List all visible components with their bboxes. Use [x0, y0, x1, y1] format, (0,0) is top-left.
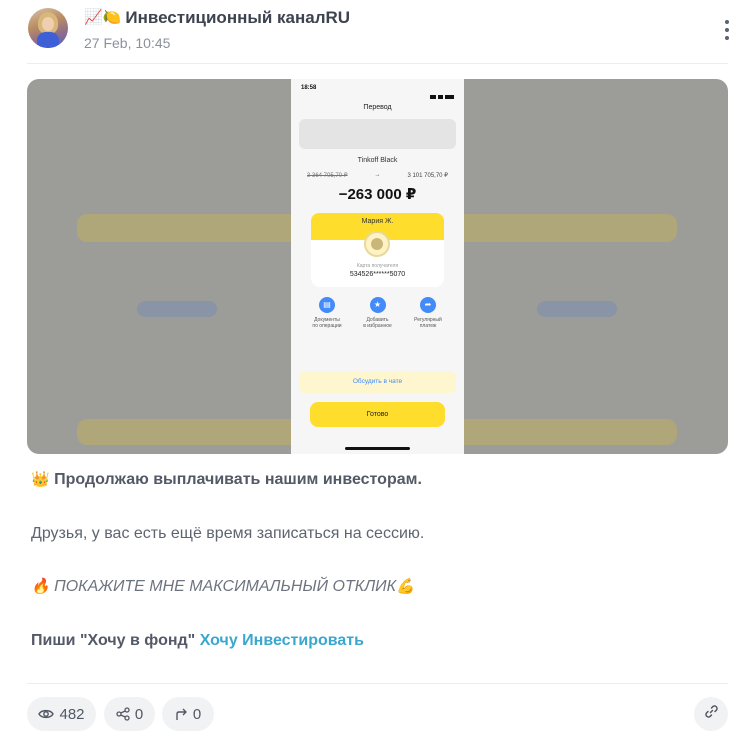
- shares-count: 0: [134, 705, 144, 723]
- crown-icon: 👑: [31, 471, 50, 488]
- post-line-3-text: ПОКАЖИТЕ МНЕ МАКСИМАЛЬНЫЙ ОТКЛИК: [54, 578, 397, 595]
- recipient-name: Мария Ж.: [361, 218, 394, 225]
- balance-after: 3 101 705,70 ₽: [407, 173, 448, 179]
- transfer-title: Перевод: [363, 104, 392, 111]
- views-counter[interactable]: 482: [27, 697, 96, 731]
- action-favorite: ★ Добавить в избранное: [358, 297, 398, 329]
- action-label: в избранное: [363, 323, 392, 329]
- post-image[interactable]: 18:58 Перевод Tinkoff Black 3 364 705,70…: [27, 79, 728, 454]
- payment-actions: ▤ Документы по операции ★ Добавить в изб…: [307, 297, 448, 329]
- fire-icon: 🔥: [31, 578, 50, 595]
- transfer-amount: −263 000 ₽: [338, 186, 417, 203]
- card-label: Карта получателя: [356, 263, 399, 269]
- action-regular: ➦ Регулярный платеж: [408, 297, 448, 329]
- channel-name[interactable]: Инвестиционный каналRU: [125, 8, 350, 28]
- payment-screenshot: 18:58 Перевод Tinkoff Black 3 364 705,70…: [291, 79, 464, 454]
- views-count: 482: [59, 705, 85, 723]
- card-name: Tinkoff Black: [357, 157, 398, 164]
- post-line-3: 🔥 ПОКАЖИТЕ МНЕ МАКСИМАЛЬНЫЙ ОТКЛИК💪: [31, 576, 415, 598]
- post-line-2: Друзья, у вас есть ещё время записаться …: [31, 525, 425, 542]
- action-label: платеж: [419, 323, 437, 329]
- discuss-chat-button: Обсудить в чате: [299, 371, 456, 393]
- post-date: 27 Feb, 10:45: [84, 35, 171, 51]
- more-options-icon[interactable]: [724, 20, 730, 40]
- post-line-1-text: Продолжаю выплачивать нашим инвесторам.: [54, 471, 422, 488]
- eye-icon: [38, 708, 55, 720]
- blurred-amount-box: [299, 119, 456, 149]
- share-icon: [116, 707, 130, 721]
- forward-icon: [175, 708, 188, 721]
- done-button: Готово: [310, 402, 445, 427]
- link-icon: [704, 704, 719, 724]
- channel-title-row[interactable]: 📈🍋 Инвестиционный каналRU: [84, 8, 350, 28]
- post-header: 📈🍋 Инвестиционный каналRU 27 Feb, 10:45: [28, 8, 740, 52]
- forward-button[interactable]: 0: [162, 697, 214, 731]
- balance-change: 3 364 705,70 ₽ → 3 101 705,70 ₽: [307, 172, 448, 179]
- post-line-1: 👑 Продолжаю выплачивать нашим инвесторам…: [31, 469, 422, 491]
- chart-lemon-emoji-icon: 📈🍋: [84, 9, 122, 26]
- channel-avatar[interactable]: [28, 8, 68, 48]
- recipient-card: Мария Ж. Карта получателя 534526******50…: [311, 213, 444, 287]
- card-number: 534526******5070: [349, 271, 406, 278]
- blurred-background-shape: [137, 301, 217, 317]
- header-divider: [27, 63, 728, 64]
- action-label: по операции: [312, 323, 342, 329]
- status-icons: [428, 86, 454, 99]
- bank-logo-icon: [364, 231, 390, 257]
- post-line-4: Пиши "Хочу в фонд" Хочу Инвестировать: [31, 630, 364, 652]
- status-time: 18:58: [301, 85, 317, 91]
- document-icon: ▤: [319, 297, 335, 313]
- home-indicator: [345, 447, 410, 450]
- flexed-biceps-icon: 💪: [396, 578, 415, 595]
- post-footer: 482 0 0: [27, 697, 728, 733]
- action-documents: ▤ Документы по операции: [307, 297, 347, 329]
- invest-link[interactable]: Хочу Инвестировать: [200, 632, 364, 649]
- arrow-icon: →: [374, 172, 381, 178]
- forwards-count: 0: [192, 705, 202, 723]
- copy-link-button[interactable]: [694, 697, 728, 731]
- post-line-4-text: Пиши "Хочу в фонд": [31, 632, 200, 649]
- share-button[interactable]: 0: [104, 697, 155, 731]
- star-icon: ★: [369, 297, 386, 313]
- repeat-icon: ➦: [420, 297, 436, 313]
- balance-before: 3 364 705,70 ₽: [307, 173, 348, 179]
- footer-divider: [27, 683, 728, 684]
- blurred-background-shape: [537, 301, 617, 317]
